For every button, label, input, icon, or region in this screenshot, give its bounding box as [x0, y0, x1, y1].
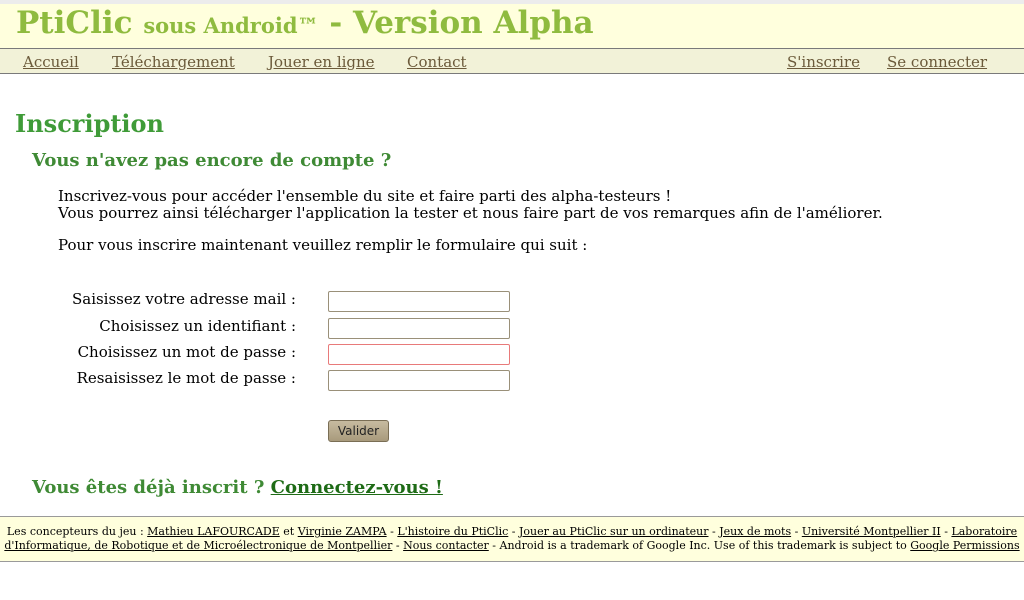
already-registered-heading: Vous êtes déjà inscrit ? Connectez-vous … [32, 477, 443, 499]
title-main: PtiClic [16, 5, 133, 41]
footer-separator: - [390, 525, 394, 538]
footer-separator: - [794, 525, 799, 538]
footer-link-university[interactable]: Université Montpellier II [802, 525, 941, 538]
footer-link-play-computer[interactable]: Jouer au PtiClic sur un ordinateur [519, 525, 708, 538]
password-label: Choisissez un mot de passe : [77, 343, 296, 361]
intro-line-3: Pour vous inscrire maintenant veuillez r… [58, 236, 588, 254]
page-title: Inscription [15, 109, 165, 138]
submit-button[interactable]: Valider [328, 420, 389, 442]
password-field[interactable] [328, 344, 510, 365]
footer-trademark-text: Android is a trademark of Google Inc. Us… [499, 539, 907, 552]
footer-separator: - [395, 539, 400, 552]
password-confirm-label: Resaisissez le mot de passe : [76, 369, 296, 387]
footer-link-designer1[interactable]: Mathieu LAFOURCADE [147, 525, 280, 538]
footer-and: et [283, 525, 295, 538]
intro-line-2: Vous pourrez ainsi télécharger l'applica… [58, 204, 883, 222]
main-menu: Accueil Téléchargement Jouer en ligne Co… [0, 48, 1024, 74]
footer-link-designer2[interactable]: Virginie ZAMPA [298, 525, 387, 538]
username-field[interactable] [328, 318, 510, 339]
menu-item-login[interactable]: Se connecter [887, 53, 987, 71]
title-version: - Version Alpha [329, 5, 594, 41]
login-link[interactable]: Connectez-vous ! [271, 477, 443, 498]
footer-link-contact[interactable]: Nous contacter [403, 539, 489, 552]
title-platform: sous Android™ [143, 13, 319, 38]
menu-item-contact[interactable]: Contact [407, 53, 467, 71]
menu-item-accueil[interactable]: Accueil [23, 53, 79, 71]
site-title: PtiClic sous Android™ - Version Alpha [16, 4, 594, 45]
footer-separator: - [492, 539, 496, 552]
footer-link-permissions[interactable]: Google Permissions [910, 539, 1019, 552]
email-label: Saisissez votre adresse mail : [71, 290, 296, 308]
menu-item-telechargement[interactable]: Téléchargement [112, 53, 235, 71]
no-account-heading: Vous n'avez pas encore de compte ? [32, 150, 392, 171]
site-footer: Les concepteurs du jeu : Mathieu LAFOURC… [0, 516, 1024, 562]
footer-link-history[interactable]: L'histoire du PtiClic [397, 525, 508, 538]
username-label: Choisissez un identifiant : [99, 317, 296, 335]
already-registered-text: Vous êtes déjà inscrit ? [32, 477, 265, 498]
menu-item-jouer-en-ligne[interactable]: Jouer en ligne [268, 53, 375, 71]
footer-separator: - [712, 525, 716, 538]
footer-separator: - [511, 525, 516, 538]
footer-link-word-games[interactable]: Jeux de mots [719, 525, 791, 538]
menu-item-signup[interactable]: S'inscrire [787, 53, 860, 71]
password-confirm-field[interactable] [328, 370, 510, 391]
site-header: PtiClic sous Android™ - Version Alpha [0, 4, 1024, 48]
footer-separator: - [944, 525, 948, 538]
email-field[interactable] [328, 291, 510, 312]
footer-designers-label: Les concepteurs du jeu : [6, 525, 144, 538]
